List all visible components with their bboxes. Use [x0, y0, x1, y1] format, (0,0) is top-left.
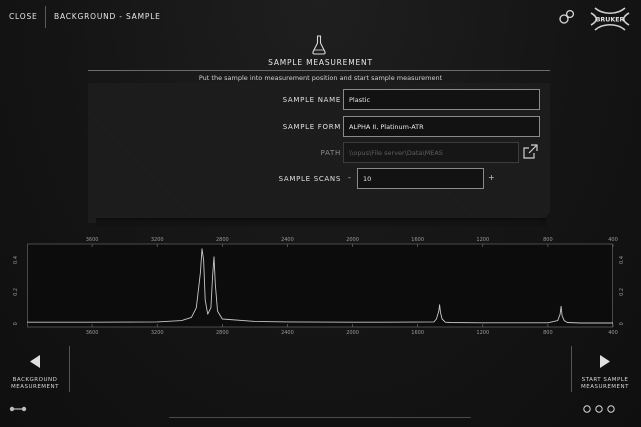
x-tick-label-top: 2800 [216, 237, 229, 243]
spectrum-chart: 3600 3600 3200 3200 2800 2800 2400 2400 2000 2000… [0, 233, 641, 343]
x-tick-label-top: 800 [543, 237, 553, 243]
path-label: PATH [320, 149, 341, 157]
connection-link-icon[interactable] [558, 8, 576, 26]
sample-scans-field[interactable]: 10 [357, 168, 484, 189]
x-tick-label-bottom: 800 [543, 330, 553, 336]
x-tick-label-bottom: 1600 [411, 330, 424, 336]
x-tick-label-top: 2400 [281, 237, 294, 243]
sample-scans-label: SAMPLE SCANS [278, 175, 341, 183]
x-tick-label-bottom: 3200 [151, 330, 164, 336]
x-tick-label-bottom: 400 [608, 330, 618, 336]
breadcrumb: BACKGROUND - SAMPLE [54, 12, 161, 21]
background-measurement-button[interactable]: BACKGROUND MEASUREMENT [6, 377, 64, 391]
nav-left-label-line1: BACKGROUND [12, 377, 58, 383]
scans-decrement-button[interactable]: - [348, 173, 351, 182]
more-options-icon[interactable] [580, 404, 630, 414]
x-tick-label-top: 400 [608, 237, 618, 243]
close-button[interactable]: CLOSE [9, 12, 38, 21]
start-sample-measurement-button[interactable]: START SAMPLE MEASUREMENT [574, 377, 636, 391]
previous-arrow-icon[interactable] [30, 355, 40, 368]
connection-status-icon[interactable] [9, 405, 27, 413]
sample-form-label: SAMPLE FORM [282, 123, 341, 131]
sample-form-field[interactable]: ALPHA II, Platinum-ATR [343, 116, 540, 137]
spectrum-chart-svg: 3600 3600 3200 3200 2800 2800 2400 2400 2000 2000… [13, 237, 625, 336]
y-tick-label-right: 0 [619, 322, 625, 325]
y-tick-label-left: 0 [13, 322, 19, 325]
logo-text: BRUKER [596, 17, 625, 24]
flask-icon [312, 35, 326, 55]
x-tick-label-bottom: 2800 [216, 330, 229, 336]
panel-shadow [96, 218, 546, 228]
x-tick-label-top: 3200 [151, 237, 164, 243]
external-link-icon[interactable] [522, 143, 539, 160]
spectrum-series-line [27, 248, 613, 324]
bottom-tab [160, 417, 480, 427]
x-tick-label-top: 3600 [86, 237, 99, 243]
instruction-text: Put the sample into measurement position… [198, 74, 443, 82]
path-field: \\opus\File server\Data\MEAS [343, 142, 519, 163]
bruker-logo-icon: BRUKER [590, 7, 630, 31]
x-tick-label-top: 2000 [346, 237, 359, 243]
nav-right-divider [571, 346, 572, 392]
sample-name-label: SAMPLE NAME [282, 96, 341, 104]
y-tick-label-right: 0.4 [619, 256, 625, 264]
top-bar: CLOSE BACKGROUND - SAMPLE BRUKER [0, 0, 641, 36]
nav-right-label-line1: START SAMPLE [581, 377, 629, 383]
scans-increment-button[interactable]: + [488, 173, 495, 182]
x-tick-label-top: 1600 [411, 237, 424, 243]
nav-right-label-line2: MEASUREMENT [581, 384, 629, 390]
x-tick-label-top: 1200 [476, 237, 489, 243]
next-arrow-icon[interactable] [600, 355, 610, 368]
nav-left-label-line2: MEASUREMENT [11, 384, 59, 390]
x-tick-label-bottom: 2000 [346, 330, 359, 336]
title-divider [88, 70, 550, 71]
panel-title: SAMPLE MEASUREMENT [268, 58, 373, 67]
y-tick-label-left: 0.2 [13, 288, 19, 296]
x-tick-label-bottom: 1200 [476, 330, 489, 336]
y-tick-label-right: 0.2 [619, 288, 625, 296]
nav-left-divider [69, 346, 70, 392]
x-tick-label-bottom: 3600 [86, 330, 99, 336]
sample-name-field[interactable]: Plastic [343, 89, 540, 110]
top-divider [45, 6, 46, 28]
x-tick-label-bottom: 2400 [281, 330, 294, 336]
y-tick-label-left: 0.4 [13, 256, 19, 264]
